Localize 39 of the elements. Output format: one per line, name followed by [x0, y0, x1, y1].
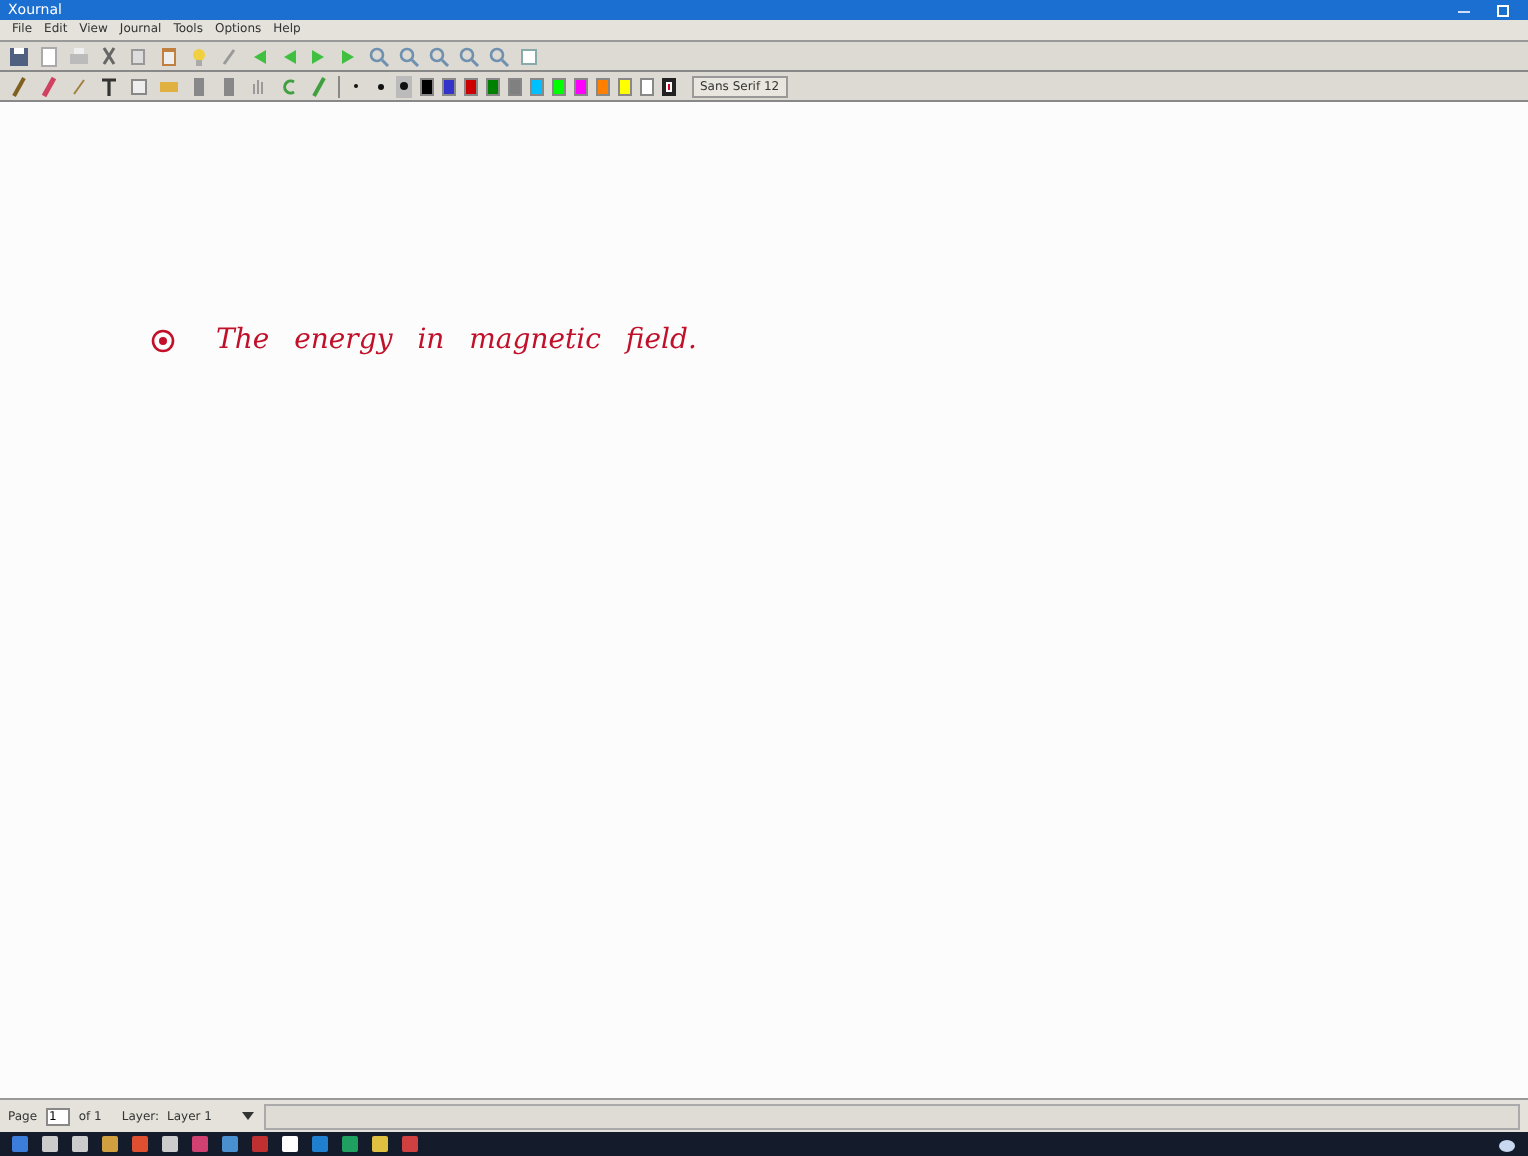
cut-icon[interactable] [98, 45, 120, 67]
magnifier-icon[interactable] [458, 45, 480, 67]
print-icon[interactable] [68, 45, 90, 67]
color-swatch[interactable] [486, 77, 500, 95]
save-icon[interactable] [8, 45, 30, 67]
dropdown-arrow-icon[interactable] [239, 1108, 256, 1124]
color-swatch[interactable] [640, 77, 654, 95]
eraser-icon[interactable] [38, 75, 60, 97]
color-swatch[interactable] [662, 77, 676, 95]
paste-icon[interactable] [158, 45, 180, 67]
magnifier-icon[interactable] [398, 45, 420, 67]
bulb-icon[interactable] [188, 45, 210, 67]
text-icon[interactable] [98, 75, 120, 97]
color-swatch[interactable] [530, 77, 544, 95]
weather-icon[interactable] [1498, 1136, 1516, 1152]
magnifier-icon[interactable] [428, 45, 450, 67]
color-swatch[interactable] [508, 77, 522, 95]
handwritten-text: The energy in magnetic field. [216, 324, 697, 356]
redo-icon[interactable] [308, 75, 330, 97]
color-swatch[interactable] [420, 77, 434, 95]
color-swatch[interactable] [574, 77, 588, 95]
thickness-button[interactable] [396, 75, 412, 97]
copy-icon[interactable] [128, 45, 150, 67]
image-icon[interactable] [128, 75, 150, 97]
pen-icon[interactable] [218, 45, 240, 67]
magnifier-icon[interactable] [368, 45, 390, 67]
color-swatch[interactable] [618, 77, 632, 95]
maximize-icon[interactable] [1496, 3, 1512, 17]
color-swatch[interactable] [552, 77, 566, 95]
bullet-icon [150, 327, 176, 353]
color-swatch[interactable] [596, 77, 610, 95]
magnifier-icon[interactable] [488, 45, 510, 67]
pencil-icon[interactable] [8, 75, 30, 97]
page-icon[interactable] [518, 45, 540, 67]
color-swatch[interactable] [464, 77, 478, 95]
new-icon[interactable] [38, 45, 60, 67]
undo-icon[interactable] [278, 75, 300, 97]
highlight-icon[interactable] [68, 75, 90, 97]
color-swatch[interactable] [442, 77, 456, 95]
